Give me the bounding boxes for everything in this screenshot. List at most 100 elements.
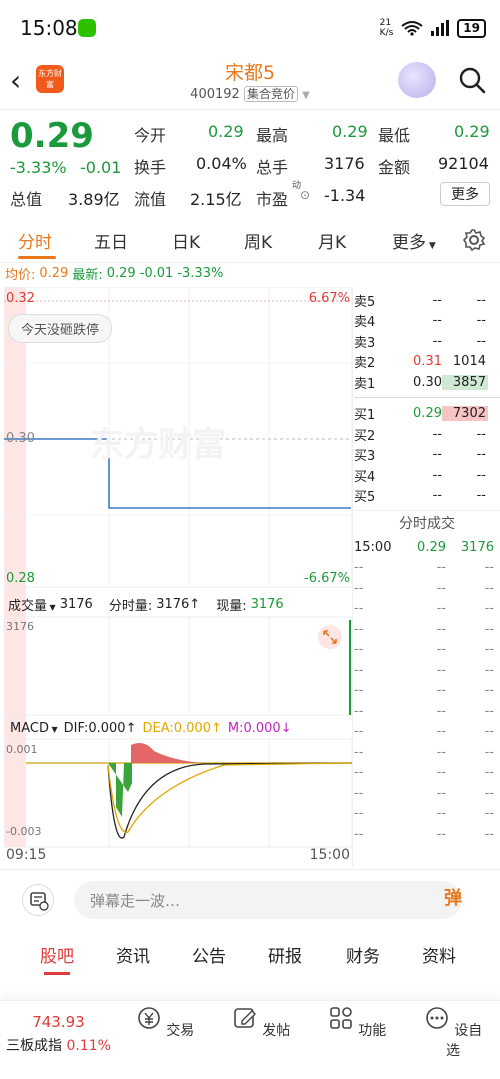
bid-volume: -- bbox=[476, 488, 486, 504]
macd-selector[interactable]: MACD ▼ bbox=[10, 721, 58, 736]
avg-price-line: 均价: 0.29 最新: 0.29 -0.01 -3.33% bbox=[5, 264, 223, 283]
high-value: 0.29 bbox=[332, 122, 368, 141]
bid-row[interactable]: 买2 -- -- bbox=[354, 424, 500, 445]
danmu-send-button[interactable]: 弹 bbox=[444, 884, 462, 910]
ask-row[interactable]: 卖2 0.31 1014 bbox=[354, 352, 500, 373]
intraday-chart[interactable]: 0.32 6.67% 今天没砸跌停 0.30 东方财富 0.28 -6.67% … bbox=[4, 287, 352, 867]
danmu-bar: 弹幕走一波… 弹 bbox=[0, 878, 500, 924]
ask-level-label: 卖2 bbox=[354, 356, 376, 372]
nav-post[interactable]: 发帖 bbox=[226, 1005, 296, 1040]
trade-row-empty: -- -- -- bbox=[354, 560, 494, 576]
index-value: 743.93 bbox=[32, 1013, 85, 1031]
tab-news[interactable]: 资讯 bbox=[116, 942, 150, 967]
latest-value: 0.29 bbox=[106, 266, 136, 281]
volume-label: 总手 bbox=[256, 158, 289, 177]
nav-functions[interactable]: 功能 bbox=[322, 1005, 392, 1040]
network-speed: 21 K/s bbox=[379, 18, 394, 38]
tab-announcements[interactable]: 公告 bbox=[192, 942, 226, 967]
float-value: 2.15亿 bbox=[190, 190, 242, 209]
pre-market-band bbox=[4, 287, 26, 847]
info-dots-icon[interactable]: ⊙ bbox=[300, 188, 310, 202]
stock-header: ‹ 东方财富 宋都5 400192 集合竞价 ▼ bbox=[0, 56, 500, 108]
tab-more[interactable]: 更多 ▼ bbox=[392, 228, 436, 253]
status-icons: 21 K/s 19 bbox=[380, 18, 486, 38]
index-ticker[interactable]: 743.93 三板成指 0.11% bbox=[6, 1013, 111, 1055]
bid-row[interactable]: 买5 -- -- bbox=[354, 486, 500, 507]
open-label: 今开 bbox=[134, 126, 167, 145]
settings-gear-icon[interactable] bbox=[462, 228, 486, 252]
volume-selector[interactable]: 成交量 ▼ bbox=[8, 595, 56, 614]
volume-axis-label: 3176 bbox=[6, 620, 34, 633]
ask-level-label: 卖5 bbox=[354, 294, 376, 310]
change-amount: -0.01 bbox=[80, 158, 122, 177]
tab-finance[interactable]: 财务 bbox=[346, 942, 380, 967]
ask-row[interactable]: 卖3 -- -- bbox=[354, 331, 500, 352]
pe-value: -1.34 bbox=[324, 186, 366, 205]
tab-research[interactable]: 研报 bbox=[268, 942, 302, 967]
minute-vol-value: 3176↑ bbox=[156, 597, 201, 612]
tab-profile[interactable]: 资料 bbox=[422, 942, 456, 967]
caret-down-icon: ▼ bbox=[47, 603, 56, 612]
tab-weekly-k[interactable]: 周K bbox=[244, 228, 272, 253]
ask-list: 卖5 -- -- 卖4 -- -- 卖3 -- -- 卖2 0.31 1014 卖1 0.30 3857 bbox=[354, 290, 500, 393]
bid-level-label: 买5 bbox=[354, 490, 376, 506]
trade-row-empty: -- -- -- bbox=[354, 744, 494, 760]
trade-row-empty: -- -- -- bbox=[354, 580, 494, 596]
signal-icon bbox=[431, 20, 450, 36]
bid-row[interactable]: 买3 -- -- bbox=[354, 445, 500, 466]
tab-daily-k[interactable]: 日K bbox=[172, 228, 200, 253]
period-tabs: 分时 五日 日K 周K 月K 更多 ▼ bbox=[0, 216, 500, 262]
ask-price: -- bbox=[432, 313, 442, 329]
ask-row[interactable]: 卖5 -- -- bbox=[354, 290, 500, 311]
ask-price: 0.30 bbox=[413, 374, 442, 390]
caret-down-icon: ▼ bbox=[48, 725, 58, 734]
more-dots-icon bbox=[425, 1007, 448, 1029]
trade-row-empty: -- -- -- bbox=[354, 601, 494, 617]
trade-row-empty: -- -- -- bbox=[354, 765, 494, 781]
mcap-value: 3.89亿 bbox=[68, 190, 120, 209]
watermark: 东方财富 bbox=[90, 425, 226, 465]
trade-row-empty: -- -- -- bbox=[354, 826, 494, 842]
high-label: 最高 bbox=[256, 126, 289, 145]
trade-row-empty: -- -- -- bbox=[354, 642, 494, 658]
trade-row-empty: -- -- -- bbox=[354, 662, 494, 678]
macd-header: MACD ▼ DIF:0.000↑ DEA:0.000↑ M:0.000↓ bbox=[10, 721, 292, 736]
assistant-avatar-icon[interactable] bbox=[398, 62, 436, 98]
nav-trade[interactable]: 交易 bbox=[130, 1005, 200, 1040]
top-pct-label: 6.67% bbox=[308, 291, 350, 306]
trades-title[interactable]: 分时成交 bbox=[354, 511, 500, 537]
avg-label: 均价: bbox=[5, 268, 36, 283]
limit-down-pill[interactable]: 今天没砸跌停 bbox=[8, 314, 113, 343]
low-label: 最低 bbox=[378, 126, 411, 145]
macd-dea: DEA:0.000↑ bbox=[142, 721, 222, 736]
macd-bottom-label: -0.003 bbox=[6, 825, 42, 838]
quote-panel: 0.29 -3.33% -0.01 总值 3.89亿 今开 0.29 最高 0.… bbox=[0, 110, 500, 214]
trade-list-empty: -- -- -- -- -- -- -- -- -- -- -- -- -- -- -- -- -- -- -- --… bbox=[354, 558, 500, 845]
bottom-nav: 743.93 三板成指 0.11% 交易 发帖 功能 设自选 bbox=[0, 1000, 500, 1079]
danmu-toggle-icon[interactable] bbox=[22, 884, 54, 916]
danmu-input[interactable]: 弹幕走一波… bbox=[74, 881, 462, 919]
macd-dif-line bbox=[107, 762, 352, 839]
tab-five-day[interactable]: 五日 bbox=[94, 228, 128, 253]
volume-frame bbox=[4, 616, 352, 716]
bid-volume: -- bbox=[476, 447, 486, 463]
more-button[interactable]: 更多 bbox=[440, 182, 490, 206]
bid-price: -- bbox=[432, 488, 442, 504]
macd-dea-line bbox=[107, 762, 352, 833]
grid-functions-icon bbox=[329, 1007, 352, 1029]
tab-monthly-k[interactable]: 月K bbox=[318, 228, 346, 253]
bid-row[interactable]: 买1 0.29 7302 bbox=[354, 404, 500, 425]
tab-intraday[interactable]: 分时 bbox=[18, 228, 52, 253]
ask-row[interactable]: 卖4 -- -- bbox=[354, 311, 500, 332]
trade-row-empty: -- -- -- bbox=[354, 785, 494, 801]
minute-vol-label: 分时量: bbox=[108, 599, 153, 614]
trade-row-empty: -- -- -- bbox=[354, 683, 494, 699]
nav-watchlist[interactable]: 设自选 bbox=[418, 1005, 488, 1060]
tab-forum[interactable]: 股吧 bbox=[40, 942, 74, 967]
bid-row[interactable]: 买4 -- -- bbox=[354, 465, 500, 486]
trade-row-empty: -- -- -- bbox=[354, 621, 494, 637]
top-price-label: 0.32 bbox=[6, 291, 35, 306]
open-value: 0.29 bbox=[208, 122, 244, 141]
search-icon[interactable] bbox=[458, 66, 486, 94]
ask-row[interactable]: 卖1 0.30 3857 bbox=[354, 372, 500, 393]
